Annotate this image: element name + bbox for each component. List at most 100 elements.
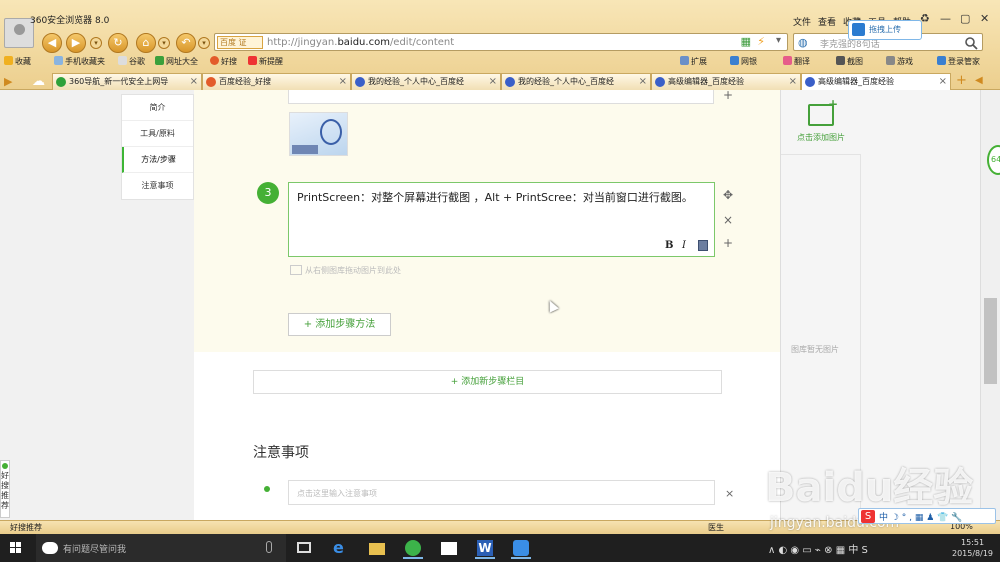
add-image-button[interactable]: 点击添加图片 (782, 97, 860, 152)
word-app[interactable]: W (472, 537, 498, 559)
cloud-icon[interactable]: ☁ (32, 74, 45, 89)
ime-toolbar[interactable]: S 中 ☽ ° , ▦ ♟ 👕 🔧 (858, 508, 996, 524)
microphone-icon[interactable] (266, 541, 272, 553)
previous-step-editor[interactable] (288, 90, 714, 104)
clock[interactable]: 15:51 2015/8/19 (952, 537, 993, 559)
upload-tool-app[interactable] (508, 537, 534, 559)
image-drop-hint: 从右侧图库拖动图片到此处 (290, 265, 401, 276)
nav-intro[interactable]: 简介 (122, 95, 193, 121)
tab-baidu-jingyan-haosou[interactable]: 百度经验_好搜 × (202, 73, 351, 90)
edge-app[interactable]: e (328, 537, 354, 559)
nav-notice[interactable]: 注意事项 (122, 173, 193, 199)
task-view-icon (297, 542, 311, 553)
tab-my-jingyan-1[interactable]: 我的经验_个人中心_百度经 × (351, 73, 501, 90)
360-browser-app[interactable] (400, 537, 426, 559)
bookmark-bank[interactable]: 网银 (730, 56, 757, 67)
drag-upload-badge[interactable]: 拖拽上传 (848, 20, 922, 40)
task-view-app[interactable] (292, 537, 318, 559)
maximize-icon[interactable]: ▢ (960, 12, 970, 25)
notice-delete-icon[interactable]: × (725, 487, 734, 500)
italic-button[interactable]: I (682, 240, 686, 251)
save-icon[interactable] (698, 240, 708, 251)
sogou-ime-icon[interactable]: S (861, 510, 875, 523)
tab-my-jingyan-2[interactable]: 我的经验_个人中心_百度经 × (501, 73, 651, 90)
translate-icon (783, 56, 792, 65)
bookmark-google[interactable]: 谷歌 (118, 56, 145, 67)
new-tab-icon[interactable]: + (956, 73, 967, 88)
home-dropdown-icon[interactable]: ▾ (158, 37, 170, 49)
minimize-icon[interactable]: — (940, 12, 951, 25)
history-dropdown-icon[interactable]: ▾ (90, 37, 102, 49)
undo-dropdown-icon[interactable]: ▾ (198, 37, 210, 49)
tab-editor-2[interactable]: 高级编辑器_百度经验 × (801, 73, 951, 90)
bookmark-sites[interactable]: 网址大全 (155, 56, 198, 67)
bookmark-haosou[interactable]: 好搜 (210, 56, 237, 67)
search-icon[interactable] (964, 36, 978, 50)
security-badge[interactable]: 百度 证 (217, 36, 263, 49)
previous-step-add-icon[interactable]: + (723, 90, 733, 102)
step-text-editor[interactable]: PrintScreen：对整个屏幕进行截图 ，Alt + PrintScree：… (288, 182, 715, 257)
menu-file[interactable]: 文件 (793, 15, 811, 28)
url-dropdown-icon[interactable]: ▾ (776, 35, 781, 46)
add-step-column-button[interactable]: + 添加新步骤栏目 (253, 370, 722, 394)
scrollbar-thumb[interactable] (984, 298, 997, 384)
address-bar[interactable]: 百度 证 http://jingyan.baidu.com/edit/conte… (214, 33, 788, 51)
tab-close-icon[interactable]: × (789, 74, 797, 89)
tab-favicon (206, 77, 216, 87)
bookmark-favorites[interactable]: 收藏 (4, 56, 31, 67)
tab-close-icon[interactable]: × (489, 74, 497, 89)
add-step-icon[interactable]: + (723, 236, 733, 250)
cortana-search[interactable]: 有问题尽管问我 (36, 534, 286, 562)
bold-button[interactable]: B (665, 240, 673, 251)
tab-close-icon[interactable]: × (639, 74, 647, 89)
search-engine-icon[interactable]: ◍ (798, 36, 808, 49)
menu-view[interactable]: 查看 (818, 15, 836, 28)
bookmark-mobile[interactable]: 手机收藏夹 (54, 56, 105, 67)
gallery-empty-text: 图库暂无图片 (791, 345, 839, 354)
notice-bullet (264, 486, 270, 492)
add-method-button[interactable]: + 添加步骤方法 (288, 313, 391, 336)
drop-hint-label: 从右侧图库拖动图片到此处 (305, 266, 401, 275)
tab-title: 360导航_新一代安全上网导 (69, 77, 169, 86)
tab-360-nav[interactable]: 360导航_新一代安全上网导 × (52, 73, 202, 90)
notice-input[interactable]: 点击这里输入注意事项 (288, 480, 715, 505)
tab-editor-1[interactable]: 高级编辑器_百度经验 × (651, 73, 801, 90)
haosou-recommend-widget[interactable]: 好搜推荐 (0, 460, 10, 518)
bookmark-translate[interactable]: 翻译 (783, 56, 810, 67)
tab-list-icon[interactable]: ▶ (4, 75, 12, 88)
step-image-thumbnail[interactable] (289, 112, 348, 156)
window-title: 360安全浏览器 8.0 (30, 16, 110, 26)
tab-close-icon[interactable]: × (939, 74, 947, 89)
status-doctor[interactable]: 医生 (708, 522, 724, 533)
step-text[interactable]: PrintScreen：对整个屏幕进行截图 ，Alt + PrintScree：… (297, 189, 702, 206)
nav-steps[interactable]: 方法/步骤 (122, 147, 193, 173)
system-tray[interactable]: ∧ ◐ ◉ ▭ ⌁ ⊗ ▦ 中 S (768, 541, 868, 556)
file-explorer-app[interactable] (364, 537, 390, 559)
url-text[interactable]: http://jingyan.baidu.com/edit/content (267, 37, 454, 48)
windows-start-icon[interactable] (10, 542, 22, 554)
status-recommend[interactable]: 好搜推荐 (10, 522, 42, 533)
url-domain: baidu.com (337, 37, 390, 48)
back-arrow-icon[interactable]: ◀ (42, 33, 62, 53)
close-icon[interactable]: ✕ (980, 12, 989, 25)
tab-menu-icon[interactable]: ◀ (975, 75, 983, 86)
bookmarks-bar: 收藏 手机收藏夹 谷歌 网址大全 好搜 新提醒 扩展 网银 翻译 截图 游戏 登… (0, 56, 1000, 70)
lightning-icon[interactable]: ⚡ (757, 35, 765, 48)
store-app[interactable] (436, 537, 462, 559)
bookmark-login[interactable]: 登录管家 (937, 56, 980, 67)
nav-tools[interactable]: 工具/原料 (122, 121, 193, 147)
bookmark-screenshot[interactable]: 截图 (836, 56, 863, 67)
bookmark-extensions[interactable]: 扩展 (680, 56, 707, 67)
forward-arrow-icon[interactable]: ▶ (66, 33, 86, 53)
bookmark-games[interactable]: 游戏 (886, 56, 913, 67)
delete-step-icon[interactable]: × (723, 213, 733, 227)
qr-icon[interactable]: ▦ (741, 35, 751, 48)
refresh-icon[interactable]: ↻ (108, 33, 128, 53)
move-step-icon[interactable]: ✥ (723, 188, 733, 202)
home-icon[interactable]: ⌂ (136, 33, 156, 53)
tab-close-icon[interactable]: × (339, 74, 347, 89)
ime-options[interactable]: 中 ☽ ° , ▦ ♟ 👕 🔧 (879, 510, 962, 523)
undo-icon[interactable]: ↶ (176, 33, 196, 53)
tab-close-icon[interactable]: × (190, 74, 198, 89)
bookmark-remind[interactable]: 新提醒 (248, 56, 283, 67)
